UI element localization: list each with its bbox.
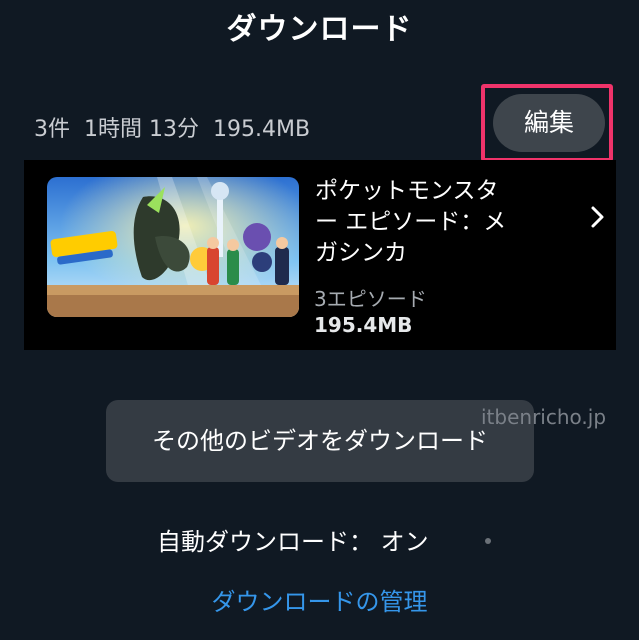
download-summary: 3件 1時間 13分 195.4MB: [34, 111, 310, 143]
item-size: 195.4MB: [314, 313, 413, 337]
summary-duration: 1時間 13分: [84, 117, 199, 142]
episode-count: 3エピソード: [314, 287, 427, 311]
page-title: ダウンロード: [226, 12, 413, 47]
pokemon-artwork: [47, 177, 299, 317]
manage-downloads-link[interactable]: ダウンロードの管理: [0, 582, 639, 617]
chevron-right-icon[interactable]: [589, 205, 607, 229]
thumbnail-image[interactable]: [47, 177, 299, 317]
download-more-videos-button[interactable]: その他のビデオをダウンロード: [106, 400, 534, 482]
edit-button[interactable]: 編集: [493, 94, 605, 152]
summary-size: 195.4MB: [213, 117, 311, 142]
auto-download-value: オン: [380, 528, 429, 556]
auto-download-setting[interactable]: 自動ダウンロード： オン: [157, 522, 429, 557]
watermark: itbenricho.jp: [481, 405, 607, 429]
series-title[interactable]: ポケットモンスター エピソード：メガシンカ: [315, 176, 521, 269]
status-dot: [485, 538, 491, 544]
summary-count: 3件: [34, 117, 70, 142]
auto-download-label: 自動ダウンロード：: [157, 528, 373, 556]
